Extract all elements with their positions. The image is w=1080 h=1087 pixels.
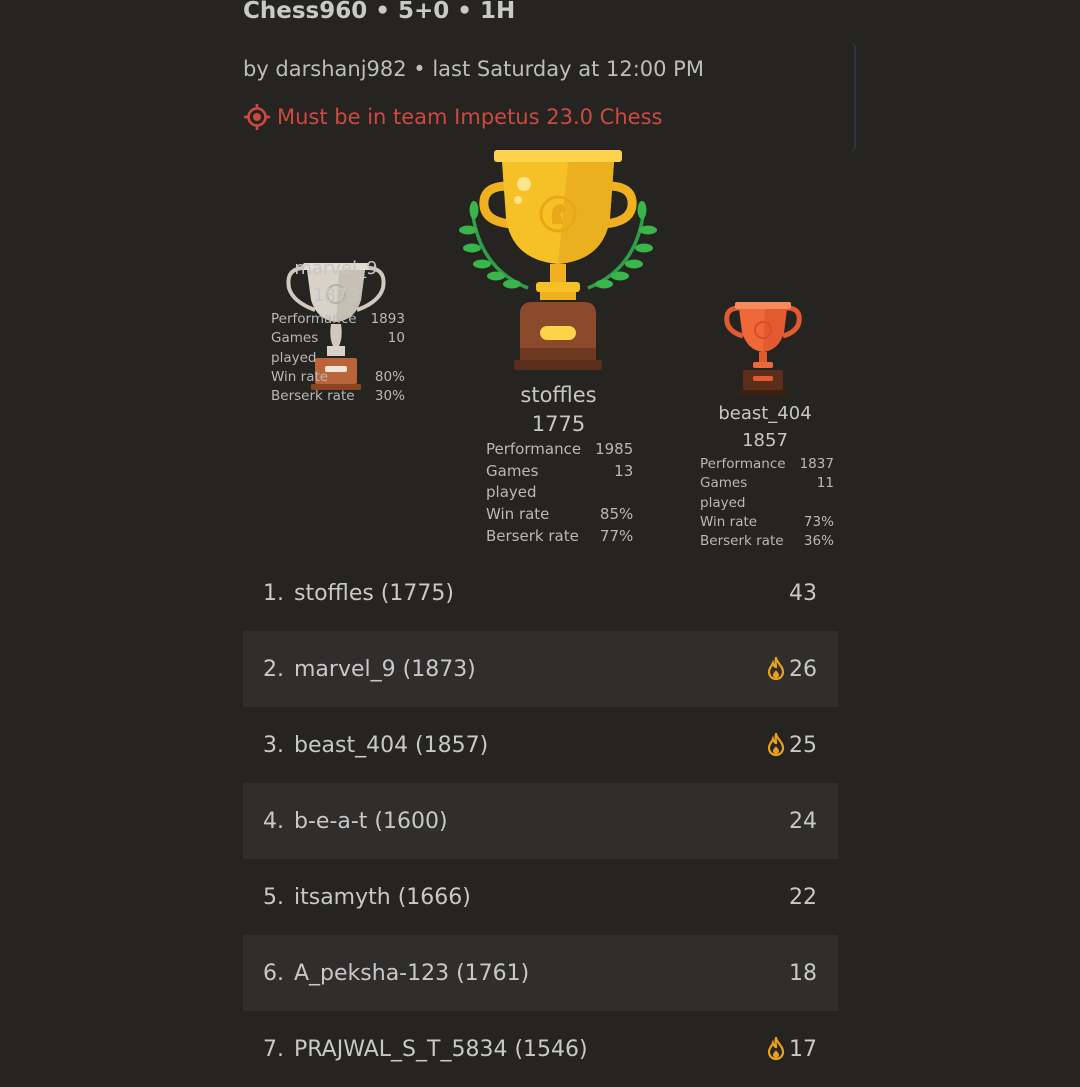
bronze-trophy-icon	[724, 302, 802, 395]
gold-trophy-icon	[459, 150, 657, 370]
stat-value: 1893	[370, 311, 405, 327]
fire-icon	[767, 1037, 785, 1061]
podium-first-name[interactable]: stoffles	[486, 383, 631, 407]
stat-value: 73%	[803, 513, 834, 530]
stat-value: 1837	[799, 456, 834, 472]
stat-value: 77%	[599, 526, 634, 545]
standings-score: 18	[789, 961, 817, 986]
standings-player: 7. PRAJWAL_S_T_5834 (1546)	[263, 1037, 588, 1062]
standings-score-value: 18	[789, 960, 817, 986]
fire-icon	[767, 733, 785, 757]
podium-second: marvel_9 1873 Performance 1893 Games pla…	[271, 258, 405, 406]
standings-rank: 7.	[263, 1036, 284, 1062]
standings-score: 43	[789, 581, 817, 606]
stat-label: Berserk rate	[271, 388, 355, 405]
podium-first-stats: Performance 1985 Games played 13 Win rat…	[486, 439, 634, 548]
standings-row[interactable]: 7. PRAJWAL_S_T_5834 (1546) 17	[243, 1011, 838, 1087]
team-condition-text: Must be in team Impetus 23.0 Chess	[277, 105, 663, 129]
standings-player: 6. A_peksha-123 (1761)	[263, 961, 529, 986]
standings-score-value: 22	[789, 884, 817, 910]
standings-player-name: stoffles (1775)	[294, 580, 454, 606]
fire-icon	[767, 657, 785, 681]
standings-rank: 5.	[263, 884, 284, 910]
standings-score-value: 43	[789, 580, 817, 606]
stat-label: Win rate	[700, 513, 758, 530]
stat-value: 13	[614, 461, 634, 480]
stat-value: 10	[387, 330, 405, 347]
standings-row[interactable]: 3. beast_404 (1857) 25	[243, 707, 838, 783]
stat-label: Berserk rate	[486, 526, 579, 545]
standings-score: 26	[767, 657, 817, 682]
tournament-title: Chess960 • 5+0 • 1H	[243, 0, 516, 24]
standings-player: 3. beast_404 (1857)	[263, 733, 488, 758]
standings-rank: 6.	[263, 960, 284, 986]
standings-row[interactable]: 4. b-e-a-t (1600) 24	[243, 783, 838, 859]
standings-player-name: PRAJWAL_S_T_5834 (1546)	[294, 1036, 588, 1062]
standings-row[interactable]: 5. itsamyth (1666) 22	[243, 859, 838, 935]
podium-first-rating: 1775	[531, 412, 586, 436]
stat-label: Games played	[486, 461, 539, 502]
stat-value: 1985	[595, 440, 634, 458]
stat-label: Performance	[271, 311, 357, 327]
podium-second-stats: Performance 1893 Games played 10 Win rat…	[271, 310, 405, 406]
standings-rank: 4.	[263, 808, 284, 834]
podium-third-stats: Performance 1837 Games played 11 Win rat…	[700, 455, 834, 551]
standings-table: 1. stoffles (1775) 43 2. marvel_9 (1873) 2…	[243, 555, 838, 1087]
standings-player: 5. itsamyth (1666)	[263, 885, 471, 910]
stat-label: Berserk rate	[700, 533, 784, 550]
standings-player: 2. marvel_9 (1873)	[263, 657, 476, 682]
stat-label: Games played	[700, 475, 748, 511]
standings-player-name: A_peksha-123 (1761)	[294, 960, 530, 986]
stat-label: Performance	[486, 440, 582, 458]
standings-rank: 1.	[263, 580, 284, 606]
stat-label: Performance	[700, 456, 786, 472]
podium-second-rating: 1873	[313, 285, 359, 306]
stat-value: 36%	[803, 533, 834, 550]
standings-player: 1. stoffles (1775)	[263, 581, 454, 606]
standings-row[interactable]: 1. stoffles (1775) 43	[243, 555, 838, 631]
standings-score-value: 25	[789, 732, 817, 758]
standings-rank: 2.	[263, 656, 284, 682]
team-condition: Must be in team Impetus 23.0 Chess	[243, 103, 662, 131]
standings-score-value: 26	[789, 656, 817, 682]
scrollbar-edge[interactable]	[846, 42, 856, 152]
podium-first: stoffles 1775 Performance 1985 Games pla…	[486, 383, 634, 548]
target-icon	[244, 104, 270, 130]
stat-value: 85%	[599, 505, 634, 524]
podium-third: beast_404 1857 Performance 1837 Games pl…	[700, 403, 834, 551]
tournament-byline: by darshanj982 • last Saturday at 12:00 …	[243, 57, 704, 81]
stat-label: Win rate	[271, 368, 329, 385]
podium-second-name[interactable]: marvel_9	[271, 258, 401, 279]
standings-score: 24	[789, 809, 817, 834]
standings-score-value: 17	[789, 1036, 817, 1062]
podium-third-rating: 1857	[742, 430, 788, 451]
standings-player-name: itsamyth (1666)	[294, 884, 471, 910]
standings-row[interactable]: 2. marvel_9 (1873) 26	[243, 631, 838, 707]
standings-row[interactable]: 6. A_peksha-123 (1761) 18	[243, 935, 838, 1011]
stat-label: Games played	[271, 330, 319, 366]
stat-value: 80%	[374, 368, 405, 385]
stat-value: 30%	[374, 388, 405, 405]
stat-label: Win rate	[486, 505, 550, 524]
standings-score: 17	[767, 1037, 817, 1062]
stat-value: 11	[816, 475, 834, 492]
podium-third-name[interactable]: beast_404	[700, 403, 830, 424]
standings-player-name: beast_404 (1857)	[294, 732, 489, 758]
standings-rank: 3.	[263, 732, 284, 758]
standings-score: 25	[767, 733, 817, 758]
standings-score-value: 24	[789, 808, 817, 834]
standings-player-name: marvel_9 (1873)	[294, 656, 476, 682]
standings-player: 4. b-e-a-t (1600)	[263, 809, 448, 834]
standings-player-name: b-e-a-t (1600)	[294, 808, 448, 834]
standings-score: 22	[789, 885, 817, 910]
